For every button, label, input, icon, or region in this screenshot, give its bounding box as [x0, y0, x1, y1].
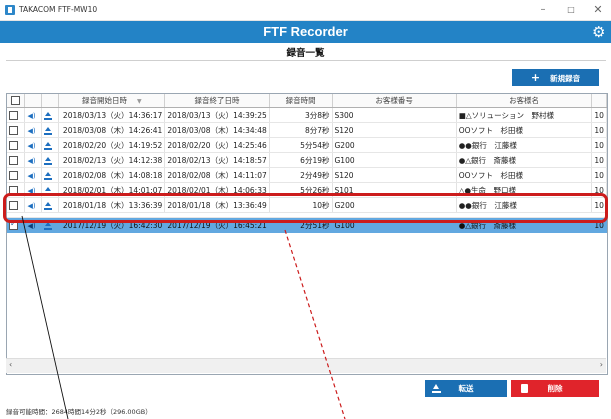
annotation-lines [21, 215, 346, 419]
annotation-dashed-line [284, 229, 346, 419]
annotation-callout-line [21, 215, 69, 419]
